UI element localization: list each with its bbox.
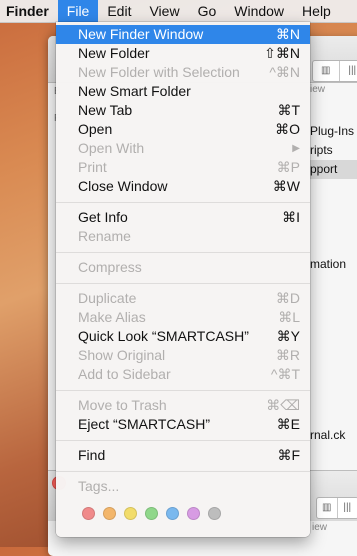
menu-separator: [56, 252, 310, 253]
menu-item-make-alias[interactable]: Make Alias⌘L: [56, 308, 310, 327]
menu-separator: [56, 440, 310, 441]
menu-item-get-info[interactable]: Get Info⌘I: [56, 208, 310, 227]
tag-red-dot[interactable]: [82, 507, 95, 520]
tag-purple-dot[interactable]: [187, 507, 200, 520]
tag-orange-dot[interactable]: [103, 507, 116, 520]
menu-item-compress[interactable]: Compress: [56, 258, 310, 277]
menu-item-rename[interactable]: Rename: [56, 227, 310, 246]
menu-item-new-folder[interactable]: New Folder⇧⌘N: [56, 44, 310, 63]
list-item[interactable]: mation: [310, 255, 357, 274]
column-view-icon[interactable]: ▥: [317, 498, 338, 518]
menu-item-open[interactable]: Open⌘O: [56, 120, 310, 139]
tag-yellow-dot[interactable]: [124, 507, 137, 520]
list-item[interactable]: ripts: [310, 141, 357, 160]
file-menu-dropdown: New Finder Window⌘N New Folder⇧⌘N New Fo…: [56, 22, 310, 537]
menu-bar-file[interactable]: File: [58, 0, 99, 22]
menu-item-quick-look[interactable]: Quick Look “SMARTCASH”⌘Y: [56, 327, 310, 346]
menu-separator: [56, 283, 310, 284]
menu-bar-window[interactable]: Window: [225, 0, 293, 22]
menu-item-print[interactable]: Print⌘P: [56, 158, 310, 177]
tag-colors-row: [82, 507, 221, 520]
menu-item-move-to-trash[interactable]: Move to Trash⌘⌫: [56, 396, 310, 415]
menu-item-show-original[interactable]: Show Original⌘R: [56, 346, 310, 365]
second-view-mode-control[interactable]: ▥ |||: [316, 497, 357, 519]
menu-separator: [56, 390, 310, 391]
list-item[interactable]: Plug-Ins: [310, 122, 357, 141]
menu-item-eject[interactable]: Eject “SMARTCASH”⌘E: [56, 415, 310, 434]
menu-bar: Finder File Edit View Go Window Help: [0, 0, 357, 23]
menu-separator: [56, 202, 310, 203]
menu-item-add-to-sidebar[interactable]: Add to Sidebar^⌘T: [56, 365, 310, 384]
column-view-icon[interactable]: ▥: [313, 61, 340, 81]
gallery-view-icon[interactable]: |||: [338, 498, 357, 518]
list-item[interactable]: rnal.ck: [310, 426, 357, 445]
menu-bar-go[interactable]: Go: [189, 0, 226, 22]
menu-item-new-smart-folder[interactable]: New Smart Folder: [56, 82, 310, 101]
menu-bar-help[interactable]: Help: [293, 0, 340, 22]
second-view-label: iew: [312, 522, 327, 533]
menu-item-close-window[interactable]: Close Window⌘W: [56, 177, 310, 196]
tag-gray-dot[interactable]: [208, 507, 221, 520]
menu-item-new-finder-window[interactable]: New Finder Window⌘N: [56, 25, 310, 44]
menu-item-find[interactable]: Find⌘F: [56, 446, 310, 465]
menu-bar-edit[interactable]: Edit: [98, 0, 140, 22]
menu-bar-app-finder[interactable]: Finder: [0, 0, 58, 22]
menu-item-open-with[interactable]: Open With▶: [56, 139, 310, 158]
menu-item-duplicate[interactable]: Duplicate⌘D: [56, 289, 310, 308]
menu-separator: [56, 471, 310, 472]
view-label: iew: [310, 84, 325, 95]
tag-green-dot[interactable]: [145, 507, 158, 520]
menu-item-new-folder-with-selection[interactable]: New Folder with Selection^⌘N: [56, 63, 310, 82]
gallery-view-icon[interactable]: |||: [340, 61, 357, 81]
menu-bar-view[interactable]: View: [140, 0, 188, 22]
view-mode-segmented-control[interactable]: ▥ |||: [312, 60, 357, 82]
menu-item-tags[interactable]: Tags...: [56, 477, 310, 496]
menu-item-new-tab[interactable]: New Tab⌘T: [56, 101, 310, 120]
submenu-arrow-icon: ▶: [292, 139, 300, 158]
list-item-selected[interactable]: pport: [306, 160, 357, 179]
file-list: Plug-Ins ripts pport mation rnal.ck: [310, 122, 357, 445]
tag-blue-dot[interactable]: [166, 507, 179, 520]
